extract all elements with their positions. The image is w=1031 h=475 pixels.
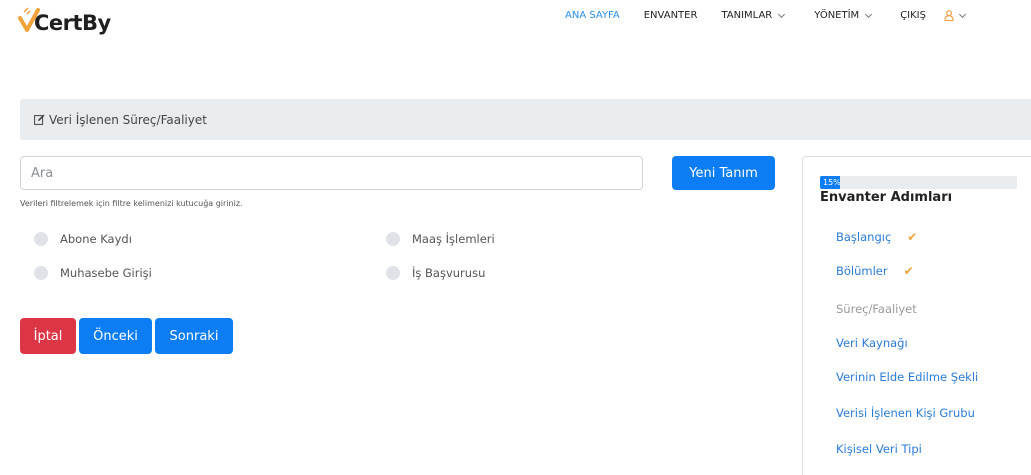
radio-circle[interactable] xyxy=(34,266,48,280)
radio-label: Maaş İşlemleri xyxy=(412,232,495,246)
radio-option[interactable]: Maaş İşlemleri xyxy=(386,232,495,246)
main-nav: ANA SAYFA ENVANTER TANIMLAR YÖNETİM ÇIKI… xyxy=(565,10,967,21)
user-menu[interactable] xyxy=(944,10,967,21)
section-header: Veri İşlenen Süreç/Faaliyet xyxy=(20,99,1031,140)
new-definition-button[interactable]: Yeni Tanım xyxy=(672,156,775,190)
progress-fill: 15% xyxy=(820,176,841,189)
step-label: Bölümler xyxy=(836,264,888,278)
search-input[interactable] xyxy=(20,156,643,190)
nav-label: ÇIKIŞ xyxy=(900,10,926,21)
step-process: Süreç/Faaliyet xyxy=(836,302,917,316)
edit-icon xyxy=(34,114,45,125)
cancel-button[interactable]: İptal xyxy=(20,318,76,354)
step-start[interactable]: Başlangıç ✔ xyxy=(836,230,917,244)
radio-circle[interactable] xyxy=(386,232,400,246)
steps-title: Envanter Adımları xyxy=(820,190,953,205)
next-button[interactable]: Sonraki xyxy=(155,318,233,354)
step-label: Veri Kaynağı xyxy=(836,336,908,350)
radio-label: Abone Kaydı xyxy=(60,232,132,246)
step-label: Kişisel Veri Tipi xyxy=(836,442,922,456)
previous-button[interactable]: Önceki xyxy=(79,318,152,354)
nav-label: YÖNETİM xyxy=(814,10,860,21)
nav-item-inventory[interactable]: ENVANTER xyxy=(644,10,698,21)
radio-option[interactable]: İş Başvurusu xyxy=(386,266,485,280)
step-label: Verisi İşlenen Kişi Grubu xyxy=(836,406,975,420)
step-label: Süreç/Faaliyet xyxy=(836,302,917,316)
inventory-steps-panel: 15% Envanter Adımları Başlangıç ✔ Bölüml… xyxy=(802,156,1031,475)
nav-item-management[interactable]: YÖNETİM xyxy=(814,10,873,21)
nav-item-definitions[interactable]: TANIMLAR xyxy=(721,10,786,21)
radio-label: Muhasebe Girişi xyxy=(60,266,152,280)
chevron-down-icon xyxy=(865,10,873,18)
chevron-down-icon xyxy=(778,10,786,18)
radio-option[interactable]: Muhasebe Girişi xyxy=(34,266,152,280)
nav-label: ENVANTER xyxy=(643,10,698,21)
step-label: Verinin Elde Edilme Şekli xyxy=(836,370,979,384)
step-label: Başlangıç xyxy=(836,230,892,244)
radio-circle[interactable] xyxy=(386,266,400,280)
step-acquisition-method[interactable]: Verinin Elde Edilme Şekli xyxy=(836,370,978,384)
check-icon: ✔ xyxy=(903,264,914,278)
radio-label: İş Başvurusu xyxy=(412,266,486,280)
step-personal-data-type[interactable]: Kişisel Veri Tipi xyxy=(836,442,922,456)
section-title: Veri İşlenen Süreç/Faaliyet xyxy=(49,112,207,127)
radio-option[interactable]: Abone Kaydı xyxy=(34,232,132,246)
progress-bar: 15% xyxy=(820,176,1017,189)
nav-item-home[interactable]: ANA SAYFA xyxy=(565,10,620,21)
step-data-source[interactable]: Veri Kaynağı xyxy=(836,336,908,350)
brand-name: CertBy xyxy=(34,11,111,35)
radio-circle[interactable] xyxy=(34,232,48,246)
brand-logo[interactable]: CertBy xyxy=(18,4,111,36)
check-icon: ✔ xyxy=(907,230,918,244)
nav-label: TANIMLAR xyxy=(721,10,773,21)
chevron-down-icon xyxy=(958,10,967,18)
nav-item-logout[interactable]: ÇIKIŞ xyxy=(900,10,926,21)
step-departments[interactable]: Bölümler ✔ xyxy=(836,264,914,278)
logo-check-icon xyxy=(18,7,40,32)
search-help-text: Verileri filtrelemek için filtre kelimen… xyxy=(20,199,243,208)
step-subject-group[interactable]: Verisi İşlenen Kişi Grubu xyxy=(836,406,975,420)
user-icon xyxy=(944,10,954,21)
nav-label: ANA SAYFA xyxy=(565,10,620,21)
